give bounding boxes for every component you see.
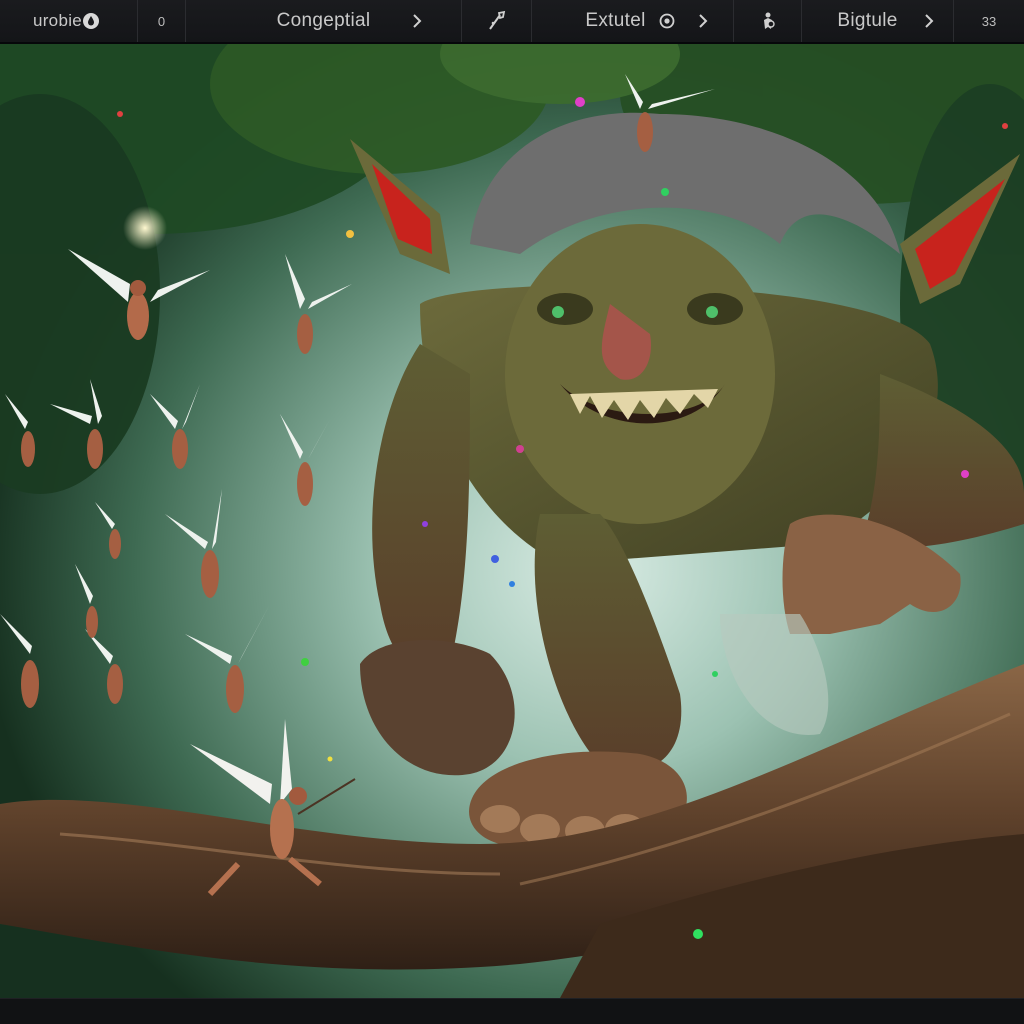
toolbar-figure-button[interactable] <box>734 0 802 42</box>
toolbar-item-congeptial-label: Congeptial <box>276 10 371 31</box>
toolbar-counter-left-value: 0 <box>157 13 166 29</box>
app-window: urobie 0 Congeptial Extutel Bigtule 33 <box>0 0 1024 1024</box>
bottom-status-strip <box>0 998 1024 1024</box>
toolbar-item-urobie[interactable]: urobie <box>0 0 138 42</box>
toolbar-item-bigtule[interactable]: Bigtule <box>802 0 954 42</box>
drop-icon[interactable] <box>82 12 100 30</box>
toolbar-item-extutel-label: Extutel <box>585 10 646 31</box>
toolbar-item-bigtule-label: Bigtule <box>837 10 898 31</box>
toolbar-item-extutel[interactable]: Extutel <box>532 0 734 42</box>
chevron-right-icon <box>697 14 709 28</box>
top-toolbar: urobie 0 Congeptial Extutel Bigtule 33 <box>0 0 1024 44</box>
brush-icon <box>485 9 509 33</box>
toolbar-counter-right[interactable]: 33 <box>954 0 1024 42</box>
chevron-right-icon <box>411 14 423 28</box>
toolbar-item-urobie-label: urobie <box>32 11 83 30</box>
toolbar-item-congeptial[interactable]: Congeptial <box>186 0 462 42</box>
chevron-right-icon <box>923 14 935 28</box>
target-icon[interactable] <box>659 13 675 29</box>
toolbar-counter-right-value: 33 <box>981 13 997 29</box>
troll-and-fairies-artwork <box>0 44 1024 998</box>
figure-icon <box>756 9 780 33</box>
toolbar-counter-left[interactable]: 0 <box>138 0 186 42</box>
image-canvas[interactable] <box>0 44 1024 998</box>
toolbar-brush-button[interactable] <box>462 0 532 42</box>
